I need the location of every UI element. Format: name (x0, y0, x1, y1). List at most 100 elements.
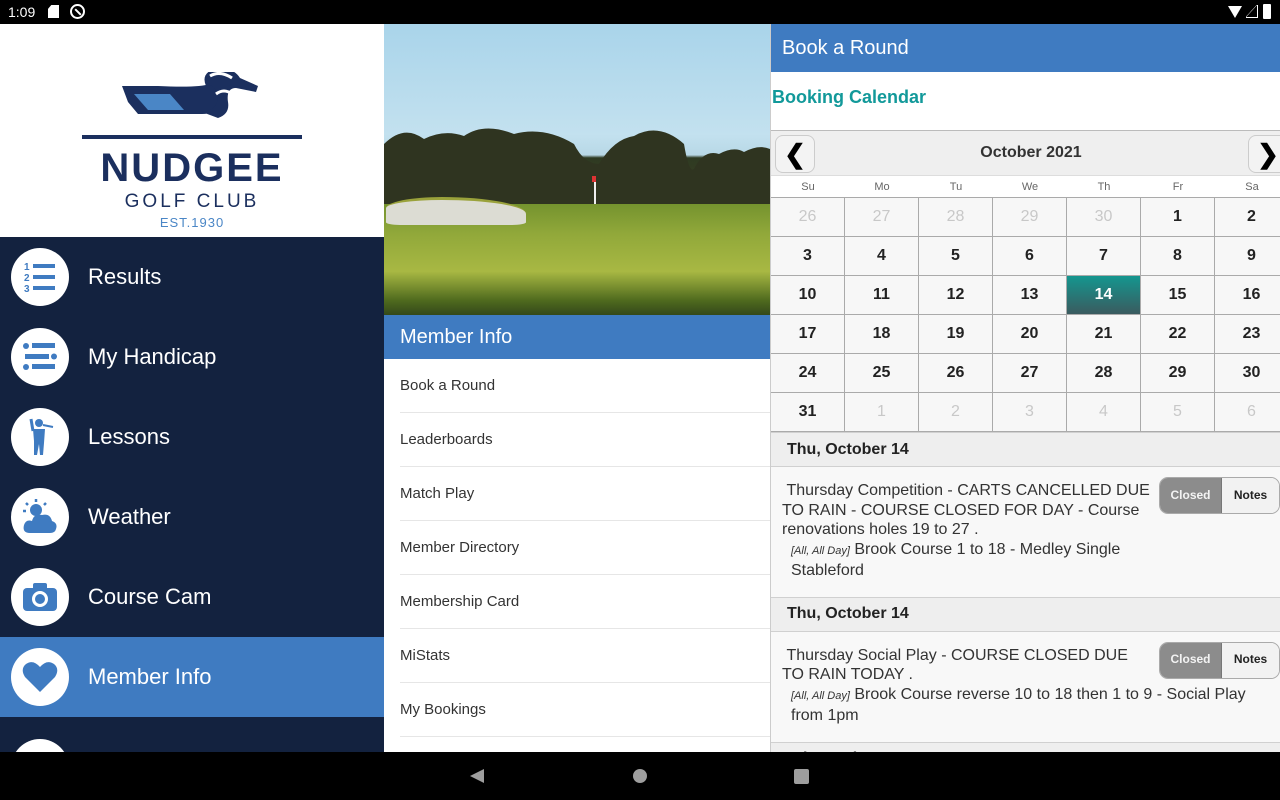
calendar-day[interactable]: 1 (845, 393, 919, 432)
calendar-day[interactable]: 1 (1141, 198, 1215, 237)
calendar-day[interactable]: 6 (1215, 393, 1280, 432)
sidebar-item-my-handicap[interactable]: My Handicap (0, 317, 384, 397)
event-actions: Closed Notes (1159, 477, 1280, 514)
sidebar-item-weather[interactable]: Weather (0, 477, 384, 557)
calendar-day[interactable]: 29 (993, 198, 1067, 237)
logo-rule (82, 135, 302, 139)
heart-icon (11, 648, 69, 706)
sidebar-item-member-info[interactable]: Member Info (0, 637, 384, 717)
calendar-day[interactable]: 5 (919, 237, 993, 276)
sidebar: NUDGEE GOLF CLUB EST.1930 123 Results My… (0, 24, 384, 752)
sidebar-item-label: Weather (88, 504, 171, 529)
calendar-day[interactable]: 21 (1067, 315, 1141, 354)
event-tag: [All, All Day] (791, 544, 850, 557)
calendar-day[interactable]: 3 (993, 393, 1067, 432)
calendar-day[interactable]: 4 (1067, 393, 1141, 432)
signal-icon (1246, 5, 1258, 18)
weather-icon (11, 488, 69, 546)
back-icon[interactable] (470, 769, 484, 783)
member-info-item-match-play[interactable]: Match Play (400, 467, 770, 521)
calendar-day[interactable]: 5 (1141, 393, 1215, 432)
closed-button[interactable]: Closed (1160, 642, 1222, 678)
event-item[interactable]: Thursday Competition - CARTS CANCELLED D… (771, 467, 1280, 597)
calendar-day[interactable]: 8 (1141, 237, 1215, 276)
calendar-day[interactable]: 26 (771, 198, 845, 237)
notes-button[interactable]: Notes (1222, 642, 1279, 678)
member-info-item-leaderboards[interactable]: Leaderboards (400, 413, 770, 467)
member-info-item-membership-card[interactable]: Membership Card (400, 575, 770, 629)
calendar-day[interactable]: 11 (845, 276, 919, 315)
calendar-day[interactable]: 4 (845, 237, 919, 276)
member-info-item-mistats[interactable]: MiStats (400, 629, 770, 683)
recents-icon[interactable] (794, 769, 809, 784)
battery-icon (1263, 4, 1271, 19)
calendar-day[interactable]: 2 (1215, 198, 1280, 237)
calendar-day[interactable]: 29 (1141, 354, 1215, 393)
duck-logo-icon (122, 72, 258, 118)
calendar-day[interactable]: 9 (1215, 237, 1280, 276)
book-round-panel: Book a Round Booking Calendar ❮ October … (770, 24, 1280, 752)
calendar-day[interactable]: 26 (919, 354, 993, 393)
sidebar-item-label: Course Cam (88, 584, 212, 609)
home-icon[interactable] (633, 769, 647, 783)
tree-line (384, 128, 770, 204)
calendar-day[interactable]: 25 (845, 354, 919, 393)
weekday-label: Sa (1245, 181, 1259, 193)
weekday-label: Fr (1172, 181, 1184, 193)
member-info-panel: Member Info Book a Round Leaderboards Ma… (384, 24, 770, 752)
closed-button[interactable]: Closed (1160, 478, 1222, 513)
calendar-day[interactable]: 17 (771, 315, 845, 354)
camera-icon (11, 568, 69, 626)
calendar-day[interactable]: 23 (1215, 315, 1280, 354)
event-date-header: Thu, October 14 (771, 596, 1280, 632)
sync-icon (70, 4, 85, 19)
status-bar: 1:09 (0, 0, 1280, 24)
brand-subtitle: GOLF CLUB (124, 191, 260, 212)
next-month-button[interactable]: ❯ (1248, 135, 1280, 173)
calendar-day[interactable]: 28 (1067, 354, 1141, 393)
calendar-day[interactable]: 30 (1215, 354, 1280, 393)
calendar-day[interactable]: 27 (993, 354, 1067, 393)
system-nav-bar (0, 752, 1280, 800)
member-info-item-book-a-round[interactable]: Book a Round (400, 359, 770, 413)
event-detail: [All, All Day] Brook Course reverse 10 t… (791, 685, 1246, 725)
chevron-right-icon: ❯ (1257, 138, 1279, 169)
sidebar-item-course-cam[interactable]: Course Cam (0, 557, 384, 637)
book-round-header: Book a Round (771, 24, 1280, 72)
calendar-day[interactable]: 2 (919, 393, 993, 432)
calendar-day-selected[interactable]: 14 (1067, 276, 1141, 315)
calendar-day[interactable]: 3 (771, 237, 845, 276)
calendar-day[interactable]: 22 (1141, 315, 1215, 354)
calendar-day[interactable]: 12 (919, 276, 993, 315)
event-item[interactable]: Thursday Social Play - COURSE CLOSED DUE… (771, 631, 1280, 742)
calendar-day[interactable]: 31 (771, 393, 845, 432)
calendar-day[interactable]: 19 (919, 315, 993, 354)
weekday-label: Tu (949, 181, 963, 193)
calendar-day[interactable]: 28 (919, 198, 993, 237)
calendar-day[interactable]: 27 (845, 198, 919, 237)
calendar-day[interactable]: 16 (1215, 276, 1280, 315)
course-photo (384, 24, 770, 315)
calendar-day[interactable]: 6 (993, 237, 1067, 276)
weekday-label: Th (1097, 181, 1111, 193)
sidebar-item-lessons[interactable]: Lessons (0, 397, 384, 477)
event-detail: [All, All Day] Brook Course 1 to 18 - Me… (791, 540, 1121, 580)
event-title: Thursday Social Play - COURSE CLOSED DUE… (782, 646, 1128, 684)
calendar-day[interactable]: 18 (845, 315, 919, 354)
calendar-day[interactable]: 20 (993, 315, 1067, 354)
sidebar-item-honour-board[interactable]: 2021 Calendar Honour Board (0, 717, 384, 752)
calendar-day[interactable]: 24 (771, 354, 845, 393)
member-info-item-member-directory[interactable]: Member Directory (400, 521, 770, 575)
calendar-day[interactable]: 7 (1067, 237, 1141, 276)
member-info-header: Member Info (384, 315, 770, 359)
booking-calendar-title: Booking Calendar (772, 86, 927, 107)
sidebar-item-results[interactable]: 123 Results (0, 237, 384, 317)
event-title: Thursday Competition - CARTS CANCELLED D… (782, 482, 1150, 538)
calendar-day[interactable]: 30 (1067, 198, 1141, 237)
calendar-day[interactable]: 15 (1141, 276, 1215, 315)
member-info-item-my-bookings[interactable]: My Bookings (400, 683, 770, 737)
notes-button[interactable]: Notes (1222, 478, 1279, 513)
svg-text:1: 1 (24, 262, 30, 273)
calendar-day[interactable]: 13 (993, 276, 1067, 315)
calendar-day[interactable]: 10 (771, 276, 845, 315)
